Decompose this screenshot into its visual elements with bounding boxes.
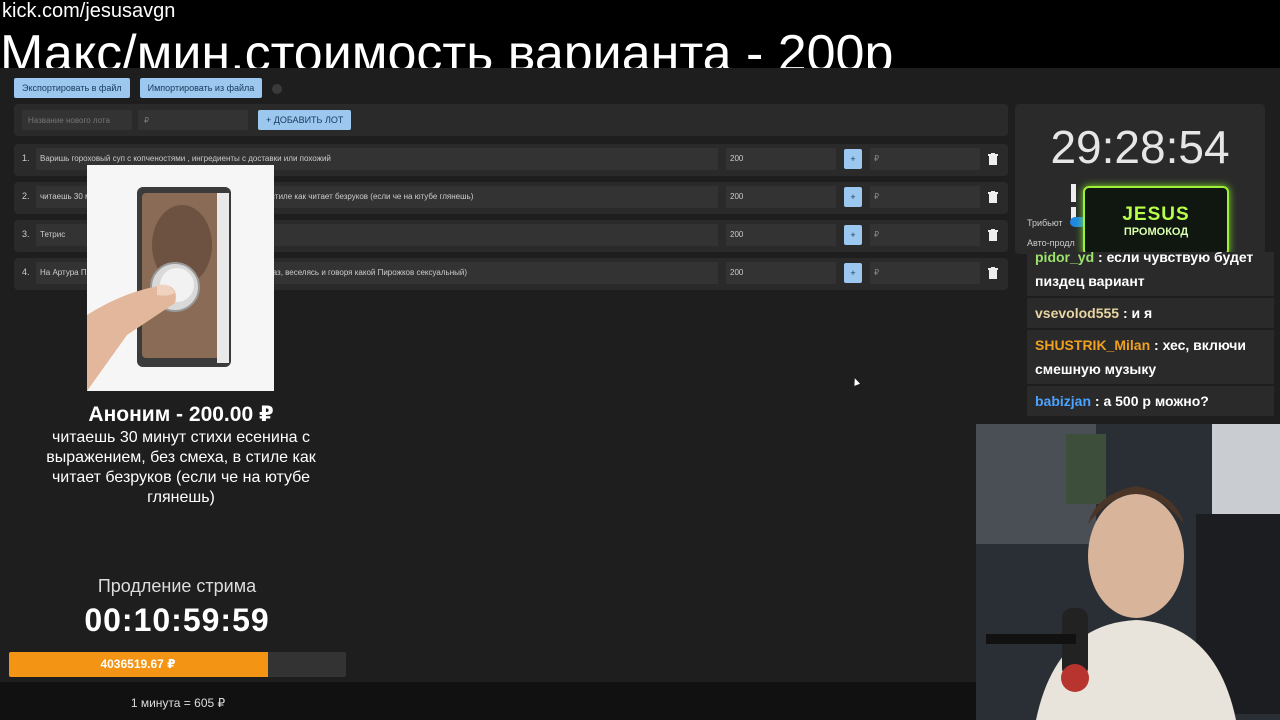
new-lot-form: + ДОБАВИТЬ ЛОТ [14,104,1008,136]
lot-plus-button[interactable]: + [844,263,862,283]
trash-icon[interactable] [988,191,998,203]
lot-number: 2. [22,191,30,201]
extension-timer: 00:10:59:59 [84,602,270,638]
export-button[interactable]: Экспортировать в файл [14,78,130,98]
auto-extend-label: Авто-продл [1027,238,1075,248]
settings-dot-icon[interactable] [272,84,283,94]
lot-amount-field[interactable]: 200 [726,262,836,284]
lot-amount-field[interactable]: 200 [726,186,836,208]
donation-alert-image [87,165,274,391]
winner-title: Аноним - 200.00 ₽ [88,403,274,426]
lot-plus-button[interactable]: + [844,187,862,207]
new-lot-name-input[interactable] [22,110,132,130]
chat-message: pidor_yd : если чувствую будет пиздец ва… [1027,252,1274,296]
lot-number: 1. [22,153,30,163]
lot-amount-field[interactable]: 200 [726,148,836,170]
chat-username[interactable]: vsevolod555 [1035,305,1119,321]
lot-add-amount-field[interactable]: ₽ [870,186,980,208]
lot-amount-field[interactable]: 200 [726,224,836,246]
rate-text: 1 минута = 605 ₽ [130,696,226,710]
lot-plus-button[interactable]: + [844,225,862,245]
chat-feed: pidor_yd : если чувствую будет пиздец ва… [1027,252,1274,422]
progress-total: 4036519.67 ₽ [100,657,176,671]
auction-timer: 29:28:54 [1050,121,1230,173]
webcam-illustration [976,424,1280,720]
promo-subtitle: ПРОМОКОД [1123,226,1189,238]
toolbar: Экспортировать в файл Импортировать из ф… [14,78,283,98]
promo-title: JESUS [1122,204,1190,225]
lot-add-amount-field[interactable]: ₽ [870,224,980,246]
lot-number: 3. [22,229,30,239]
import-button[interactable]: Импортировать из файла [139,78,263,98]
trash-icon[interactable] [988,267,998,279]
button-press-illustration [87,165,274,391]
chat-username[interactable]: babizjan [1035,393,1091,409]
chat-message: SHUSTRIK_Milan : хес, включи смешную муз… [1027,330,1274,384]
lot-number: 4. [22,267,30,277]
donation-progress-bar: 4036519.67 ₽ [9,652,346,677]
chat-text: : и я [1119,305,1153,321]
tribute-label: Трибьют [1027,218,1063,228]
stream-url: kick.com/jesusavgn [2,0,176,22]
chat-text: : а 500 р можно? [1091,393,1209,409]
chat-message: babizjan : а 500 р можно? [1027,386,1274,416]
chat-username[interactable]: pidor_yd [1035,252,1094,265]
winner-description: читаешь 30 минут стихи есенина с выражен… [46,429,316,506]
chat-message: vsevolod555 : и я [1027,298,1274,328]
trash-icon[interactable] [988,229,998,241]
lot-add-amount-field[interactable]: ₽ [870,148,980,170]
new-lot-amount-input[interactable] [138,110,248,130]
trash-icon[interactable] [988,153,998,165]
lot-add-amount-field[interactable]: ₽ [870,262,980,284]
chat-username[interactable]: SHUSTRIK_Milan [1035,337,1150,353]
promo-badge: JESUS ПРОМОКОД [1083,186,1229,256]
add-lot-button[interactable]: + ДОБАВИТЬ ЛОТ [258,110,352,130]
extension-label: Продление стрима [97,576,257,596]
lot-plus-button[interactable]: + [844,149,862,169]
webcam-feed [976,424,1280,720]
